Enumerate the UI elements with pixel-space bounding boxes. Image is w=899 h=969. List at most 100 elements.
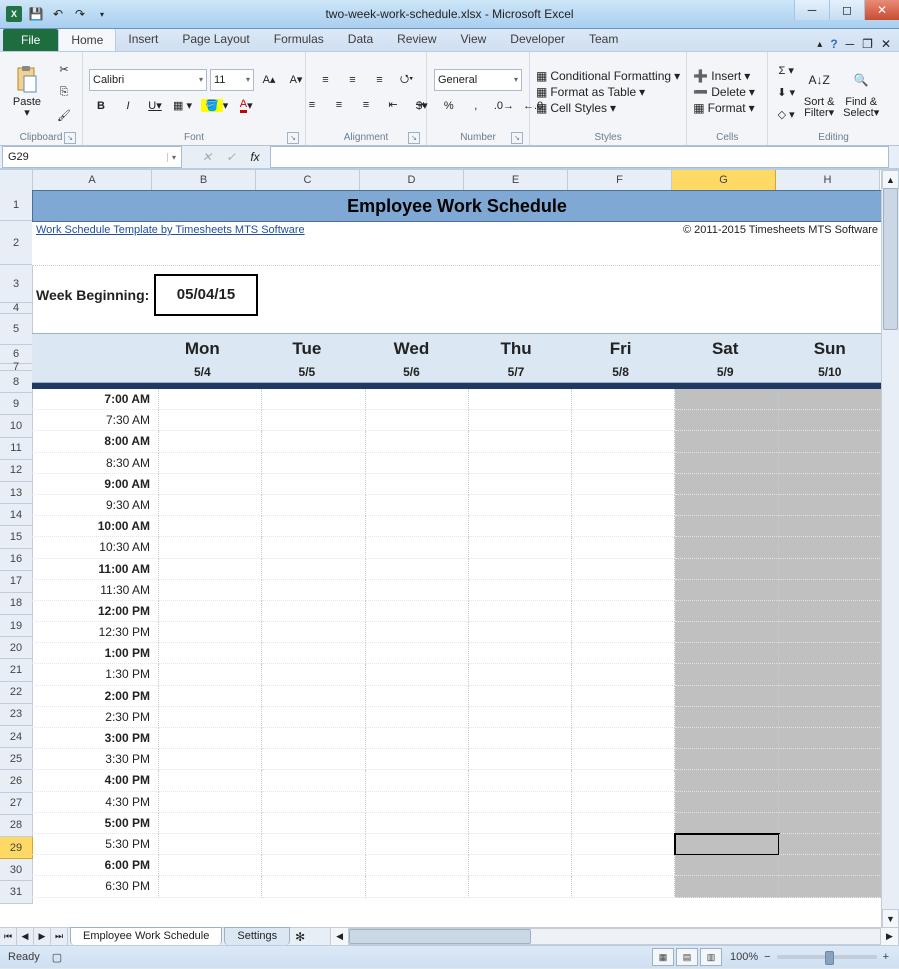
tab-insert[interactable]: Insert	[116, 28, 170, 51]
schedule-cell[interactable]	[779, 876, 882, 897]
schedule-cell[interactable]	[366, 601, 469, 622]
vertical-scrollbar[interactable]: ▲ ▼	[881, 170, 899, 928]
row-header[interactable]: 26	[0, 770, 33, 792]
underline-button[interactable]: U ▾	[143, 96, 167, 116]
schedule-cell[interactable]	[572, 410, 675, 431]
align-bottom-button[interactable]: ≡	[368, 70, 392, 90]
italic-button[interactable]: I	[116, 96, 140, 116]
schedule-cell[interactable]	[469, 770, 572, 791]
schedule-cell[interactable]	[675, 559, 778, 580]
schedule-cell[interactable]	[675, 855, 778, 876]
row-header[interactable]: 31	[0, 881, 33, 903]
column-header[interactable]: A	[33, 170, 152, 191]
schedule-cell[interactable]	[572, 834, 675, 855]
schedule-cell[interactable]	[675, 686, 778, 707]
tab-home[interactable]: Home	[58, 28, 116, 51]
zoom-slider[interactable]	[777, 955, 877, 959]
paste-button[interactable]: Paste▾	[6, 66, 48, 119]
schedule-cell[interactable]	[159, 474, 262, 495]
schedule-cell[interactable]	[366, 855, 469, 876]
schedule-cell[interactable]	[366, 474, 469, 495]
percent-button[interactable]: %	[437, 96, 461, 116]
schedule-cell[interactable]	[262, 495, 365, 516]
schedule-cell[interactable]	[779, 453, 882, 474]
schedule-cell[interactable]	[675, 495, 778, 516]
schedule-cell[interactable]	[262, 855, 365, 876]
schedule-cell[interactable]	[675, 474, 778, 495]
schedule-cell[interactable]	[469, 622, 572, 643]
row-header[interactable]: 22	[0, 682, 33, 704]
column-header[interactable]: C	[256, 170, 360, 191]
schedule-cell[interactable]	[779, 643, 882, 664]
schedule-cell[interactable]	[572, 601, 675, 622]
schedule-cell[interactable]	[262, 389, 365, 410]
insert-cells-button[interactable]: ➕Insert ▾	[693, 69, 750, 83]
schedule-cell[interactable]	[159, 707, 262, 728]
schedule-cell[interactable]	[675, 643, 778, 664]
row-header[interactable]: 28	[0, 815, 33, 837]
schedule-cell[interactable]	[262, 410, 365, 431]
qat-dropdown-icon[interactable]: ▾	[94, 6, 110, 22]
row-header[interactable]: 14	[0, 504, 33, 526]
schedule-cell[interactable]	[366, 876, 469, 897]
schedule-cell[interactable]	[675, 516, 778, 537]
decrease-font-button[interactable]: A▾	[284, 70, 308, 90]
row-header[interactable]: 23	[0, 704, 33, 726]
schedule-cell[interactable]	[159, 813, 262, 834]
schedule-cell[interactable]	[262, 431, 365, 452]
schedule-cell[interactable]	[779, 474, 882, 495]
orientation-button[interactable]: ⭯▾	[395, 70, 419, 90]
schedule-cell[interactable]	[262, 792, 365, 813]
decrease-indent-button[interactable]: ⇤	[381, 95, 405, 115]
schedule-cell[interactable]	[366, 516, 469, 537]
schedule-cell[interactable]	[675, 410, 778, 431]
schedule-cell[interactable]	[469, 643, 572, 664]
schedule-cell[interactable]	[675, 770, 778, 791]
schedule-cell[interactable]	[469, 813, 572, 834]
schedule-cell[interactable]	[366, 537, 469, 558]
new-sheet-icon[interactable]: ✻	[290, 930, 310, 944]
row-header[interactable]: 29	[0, 837, 33, 859]
schedule-cell[interactable]	[366, 770, 469, 791]
schedule-cell[interactable]	[262, 707, 365, 728]
row-header[interactable]: 1	[0, 190, 33, 221]
row-header[interactable]: 16	[0, 549, 33, 571]
row-header[interactable]: 10	[0, 415, 33, 437]
schedule-cell[interactable]	[469, 516, 572, 537]
increase-decimal-button[interactable]: .0→	[491, 96, 517, 116]
schedule-cell[interactable]	[159, 749, 262, 770]
normal-view-icon[interactable]: ▦	[652, 948, 674, 966]
schedule-cell[interactable]	[675, 580, 778, 601]
fill-button[interactable]: ⬇ ▾	[774, 82, 798, 102]
cell-styles-button[interactable]: ▦ Cell Styles ▾	[536, 101, 616, 115]
schedule-cell[interactable]	[366, 622, 469, 643]
schedule-cell[interactable]	[779, 770, 882, 791]
first-sheet-icon[interactable]: ⏮	[0, 928, 17, 945]
schedule-cell[interactable]	[159, 664, 262, 685]
schedule-cell[interactable]	[675, 389, 778, 410]
schedule-cell[interactable]	[675, 728, 778, 749]
schedule-cell[interactable]	[469, 537, 572, 558]
row-header[interactable]: 12	[0, 460, 33, 482]
schedule-cell[interactable]	[572, 686, 675, 707]
schedule-cell[interactable]	[366, 707, 469, 728]
schedule-cell[interactable]	[675, 431, 778, 452]
schedule-cell[interactable]	[366, 431, 469, 452]
schedule-cell[interactable]	[366, 728, 469, 749]
schedule-cell[interactable]	[572, 516, 675, 537]
schedule-cell[interactable]	[159, 686, 262, 707]
schedule-cell[interactable]	[779, 622, 882, 643]
schedule-cell[interactable]	[159, 516, 262, 537]
schedule-cell[interactable]	[469, 855, 572, 876]
row-header[interactable]: 8	[0, 371, 33, 393]
page-layout-view-icon[interactable]: ▤	[676, 948, 698, 966]
schedule-cell[interactable]	[262, 580, 365, 601]
minimize-ribbon-icon[interactable]: ▴	[817, 39, 822, 50]
schedule-cell[interactable]	[572, 453, 675, 474]
schedule-cell[interactable]	[366, 453, 469, 474]
align-right-button[interactable]: ≡	[354, 95, 378, 115]
column-header[interactable]: G	[672, 170, 776, 191]
row-header[interactable]: 2	[0, 221, 33, 265]
schedule-cell[interactable]	[779, 792, 882, 813]
schedule-cell[interactable]	[159, 495, 262, 516]
